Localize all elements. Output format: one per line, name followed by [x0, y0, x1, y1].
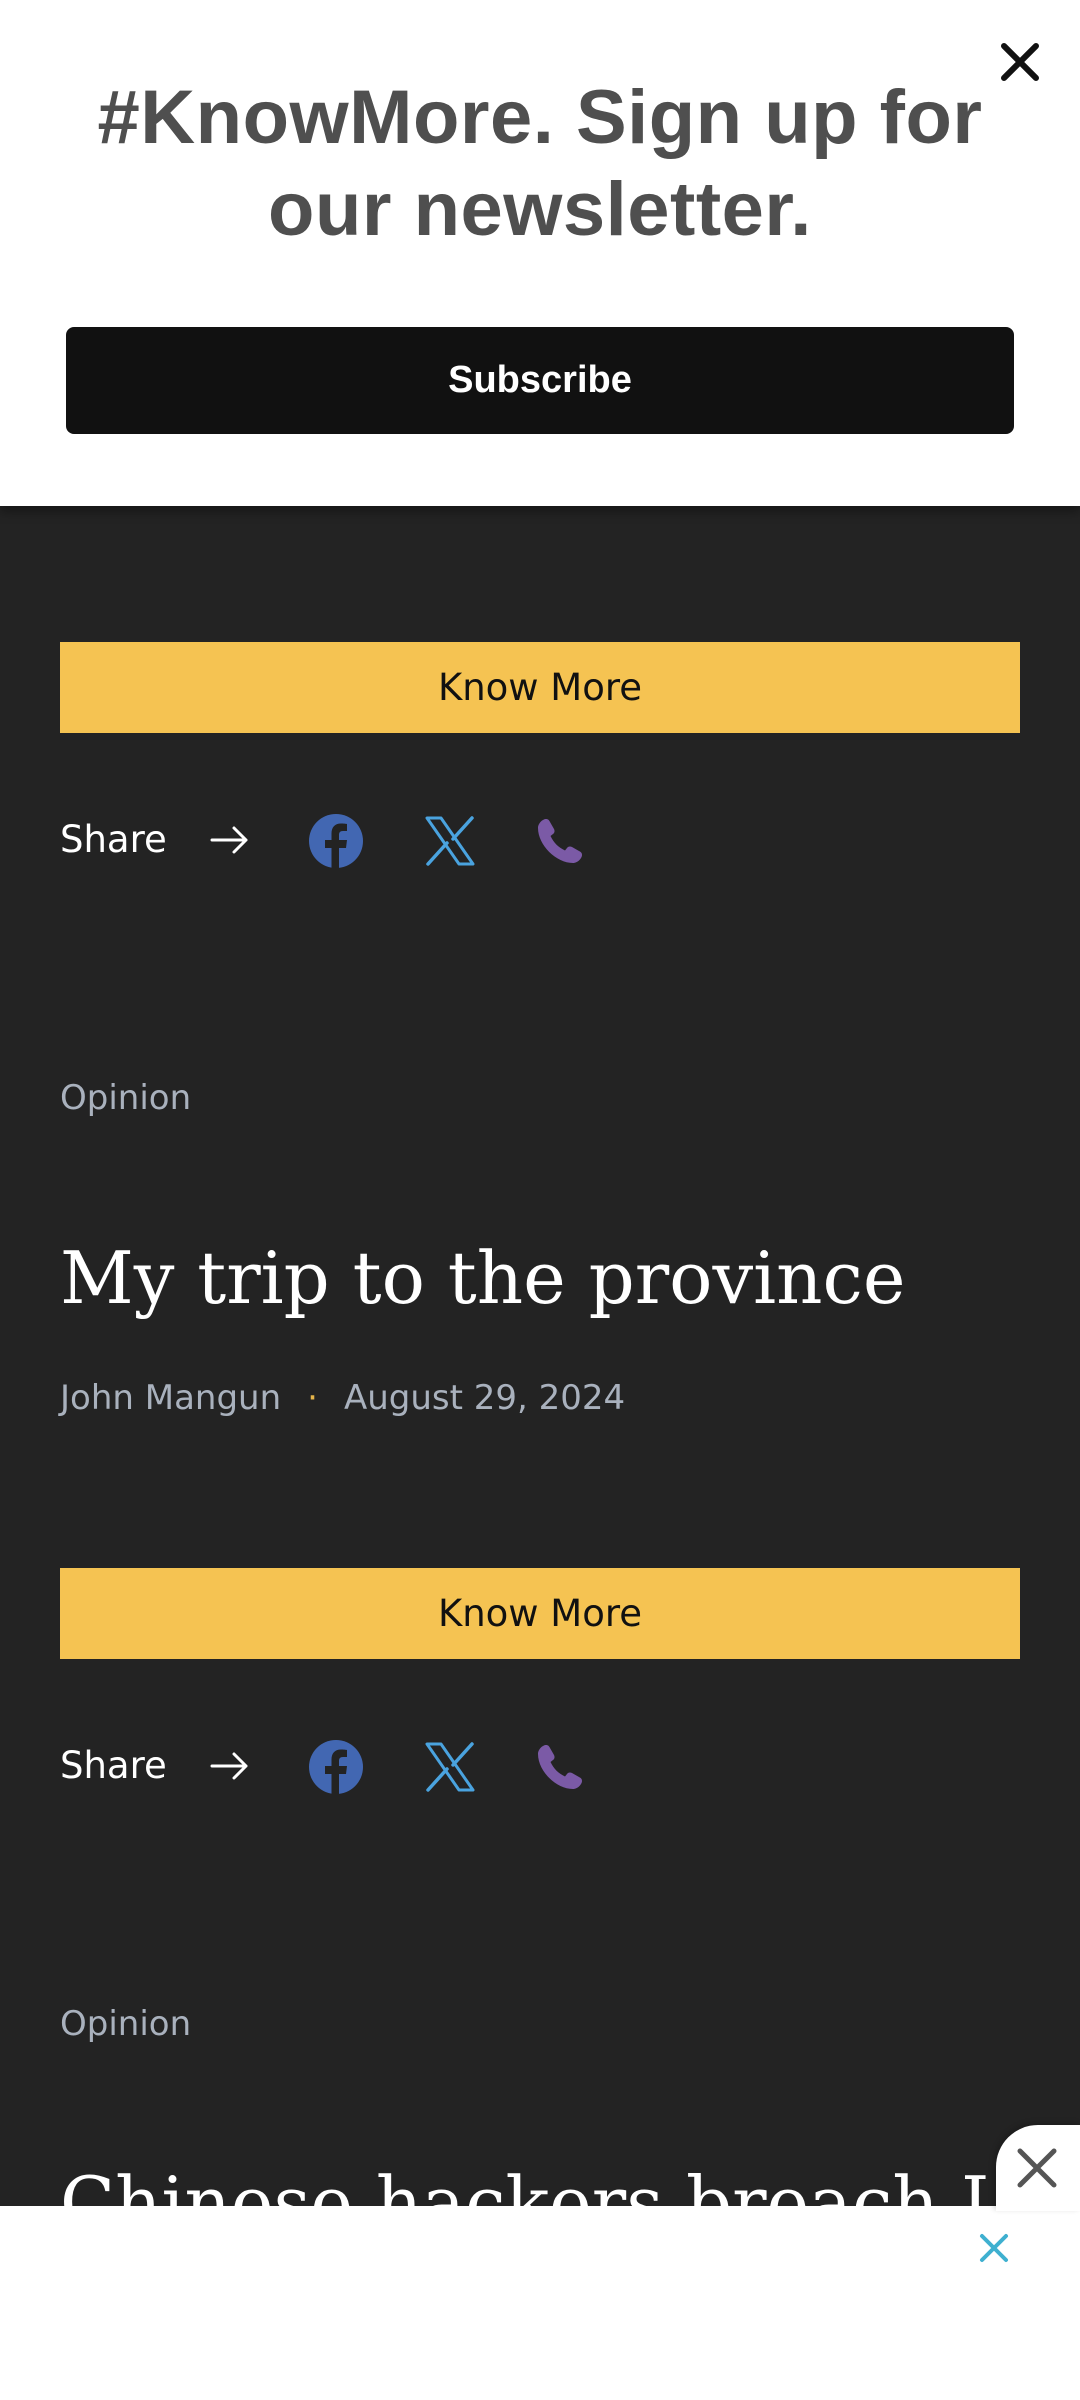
arrow-right-icon	[210, 822, 250, 858]
close-icon[interactable]	[974, 2228, 1014, 2268]
know-more-button[interactable]: Know More	[60, 1568, 1020, 1659]
phone-icon[interactable]	[532, 1739, 588, 1795]
share-row: Share	[60, 805, 660, 875]
newsletter-title: #KnowMore. Sign up for our newsletter.	[97, 75, 983, 252]
phone-icon[interactable]	[532, 813, 588, 869]
share-label: Share	[60, 1744, 167, 1787]
know-more-button[interactable]: Know More	[60, 642, 1020, 733]
article-title[interactable]: My trip to the province	[60, 1233, 1020, 1323]
x-twitter-icon[interactable]	[422, 1739, 478, 1795]
article-meta: John Mangun · August 29, 2024	[60, 1378, 625, 1418]
article-date: August 29, 2024	[343, 1378, 626, 1418]
ad-collapse-tab[interactable]	[996, 2125, 1080, 2211]
subscribe-button[interactable]: Subscribe	[66, 327, 1014, 434]
article-category[interactable]: Opinion	[60, 2004, 191, 2044]
facebook-icon[interactable]	[308, 1739, 364, 1795]
newsletter-banner: #KnowMore. Sign up for our newsletter. S…	[0, 0, 1080, 506]
meta-separator: ·	[307, 1378, 318, 1418]
share-row: Share	[60, 1731, 660, 1801]
arrow-right-icon	[210, 1748, 250, 1784]
facebook-icon[interactable]	[308, 813, 364, 869]
article-category[interactable]: Opinion	[60, 1078, 191, 1118]
share-label: Share	[60, 818, 167, 861]
x-twitter-icon[interactable]	[422, 813, 478, 869]
ad-banner	[0, 2206, 1080, 2400]
article-author[interactable]: John Mangun	[60, 1378, 281, 1418]
close-icon	[1017, 2148, 1057, 2188]
